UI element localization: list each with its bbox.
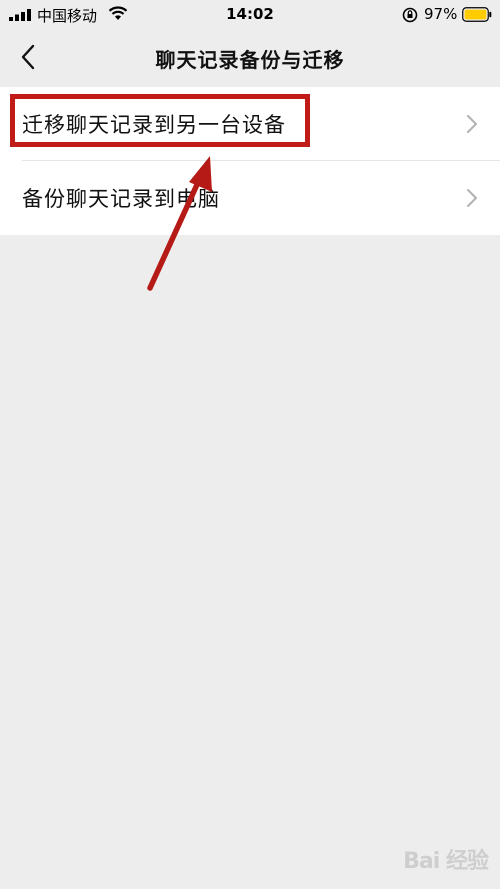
status-bar: 中国移动 14:02 97% <box>0 0 500 30</box>
chevron-right-icon <box>467 115 477 133</box>
chevron-right-icon <box>467 189 477 207</box>
page-title: 聊天记录备份与迁移 <box>155 48 345 72</box>
navigation-bar: 聊天记录备份与迁移 <box>0 30 500 86</box>
list-item-label: 备份聊天记录到电脑 <box>22 187 220 211</box>
battery-percentage: 97% <box>424 5 458 23</box>
annotation-highlight-box <box>10 94 310 147</box>
watermark-text: Bai 经验 <box>403 849 489 874</box>
baidu-jingyan-watermark: Bai 经验 <box>403 843 489 875</box>
rotation-lock-icon <box>402 7 418 23</box>
backup-to-computer-row[interactable]: 备份聊天记录到电脑 <box>0 161 500 234</box>
battery-icon <box>462 7 492 22</box>
